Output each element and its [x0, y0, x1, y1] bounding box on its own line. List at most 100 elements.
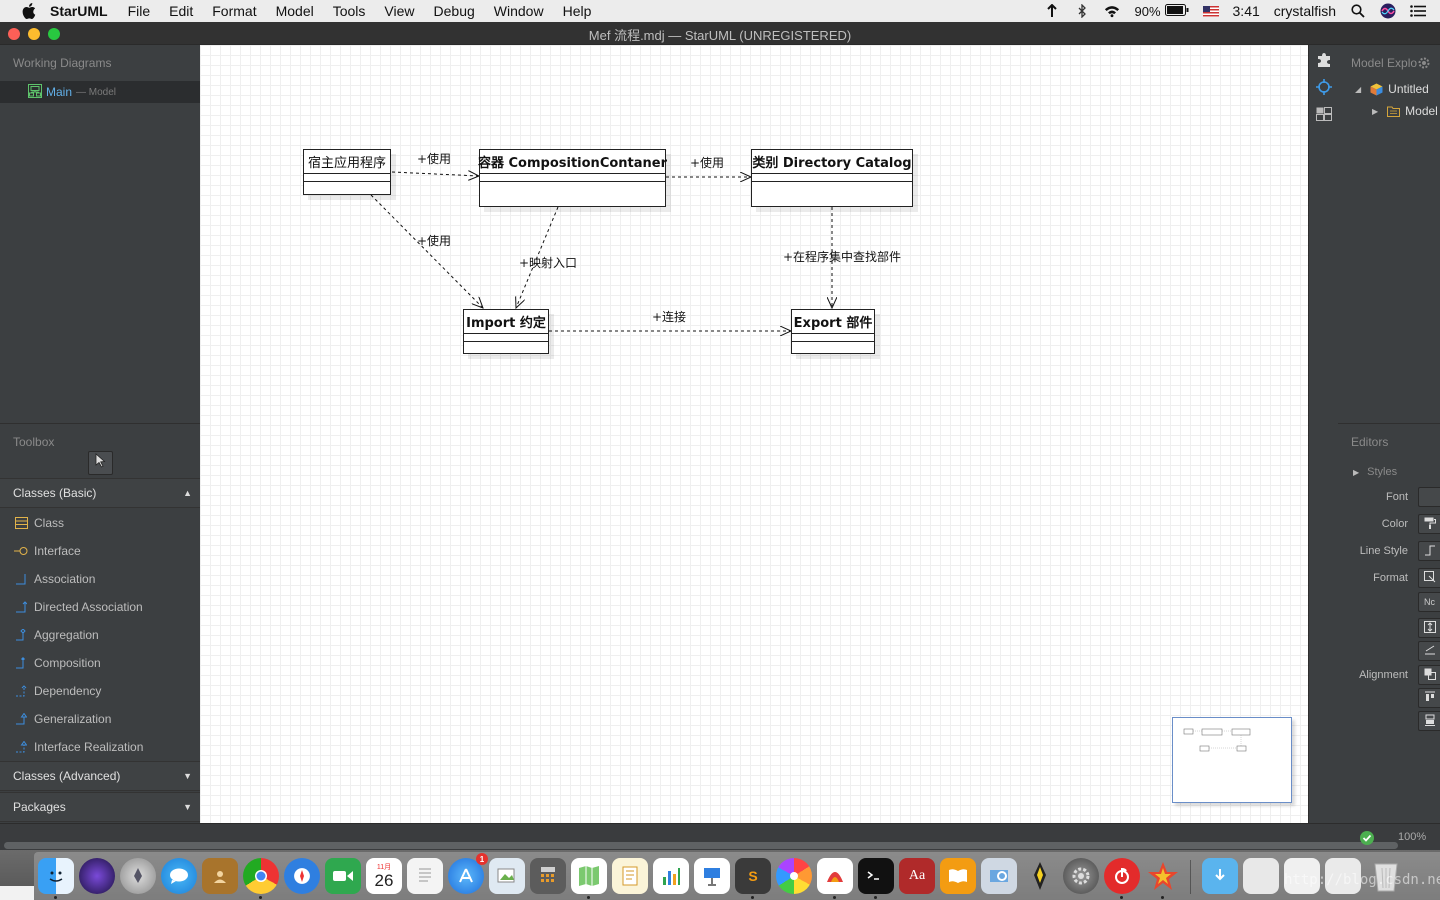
numbers-chart-icon[interactable]	[653, 858, 689, 894]
tool-association[interactable]: Association	[0, 565, 200, 593]
app-store-icon[interactable]: 1	[448, 853, 488, 894]
staruml-star-icon[interactable]	[1145, 858, 1181, 894]
bluetooth-icon[interactable]	[1074, 3, 1090, 19]
class-box-import[interactable]: Import 约定	[463, 309, 549, 354]
section-packages[interactable]: Packages ▼	[0, 792, 200, 822]
edge-label-container-catalog[interactable]: +使用	[690, 154, 724, 171]
zoom-level[interactable]: 100%	[1398, 831, 1426, 843]
tool-composition[interactable]: Composition	[0, 649, 200, 677]
menu-edit[interactable]: Edit	[169, 3, 193, 19]
pages-document-icon[interactable]	[612, 858, 648, 894]
font-picker-button[interactable]	[1418, 487, 1440, 507]
apple-menu-icon[interactable]	[18, 0, 40, 22]
stereotype-display-button[interactable]	[1418, 641, 1440, 661]
align-bottom-button[interactable]	[1418, 711, 1440, 731]
terminal-icon[interactable]	[858, 858, 894, 894]
edge-host-import[interactable]	[370, 194, 483, 308]
tool-class[interactable]: Class	[0, 509, 200, 537]
horizontal-scrollbar[interactable]	[4, 842, 1398, 849]
sublime-text-icon[interactable]: S	[735, 858, 771, 894]
safari-compass-icon[interactable]	[284, 858, 320, 894]
tree-expanded-icon[interactable]: ◢	[1355, 85, 1361, 94]
navigator-crosshair-icon[interactable]	[1315, 78, 1333, 96]
styles-section-toggle[interactable]: ▶ Styles	[1353, 466, 1397, 478]
downloads-folder-icon[interactable]	[1202, 858, 1238, 894]
section-classes-basic[interactable]: Classes (Basic) ▲	[0, 478, 200, 508]
photos-flower-icon[interactable]	[776, 858, 812, 894]
ibooks-icon[interactable]	[940, 858, 976, 894]
class-box-composition-container[interactable]: 容器 CompositionContaner	[478, 149, 667, 207]
class-box-directory-catalog[interactable]: 类别 Directory Catalog	[751, 149, 913, 207]
select-pointer-button[interactable]	[88, 451, 113, 475]
layout-panels-icon[interactable]	[1315, 105, 1333, 123]
clock-time[interactable]: 3:41	[1233, 3, 1260, 19]
tool-interface[interactable]: Interface	[0, 537, 200, 565]
edge-label-host-import[interactable]: +使用	[417, 232, 451, 249]
netease-music-icon[interactable]	[1104, 858, 1140, 894]
tree-item-untitled[interactable]: ◢ Untitled	[1355, 82, 1429, 96]
class-box-export[interactable]: Export 部件	[791, 309, 875, 354]
chrome-browser-icon[interactable]	[243, 858, 279, 894]
tool-dependency[interactable]: Dependency	[0, 677, 200, 705]
upload-arrow-icon[interactable]	[1044, 3, 1060, 19]
format-select[interactable]: Nc	[1418, 592, 1440, 612]
menu-debug[interactable]: Debug	[434, 3, 475, 19]
edge-label-host-container[interactable]: +使用	[417, 150, 451, 167]
menu-model[interactable]: Model	[276, 3, 314, 19]
class-box-host-app[interactable]: 宿主应用程序	[303, 149, 391, 195]
tree-item-model[interactable]: ▶ Model	[1372, 104, 1438, 118]
dictionary-icon[interactable]: Aa	[899, 858, 935, 894]
edge-host-container[interactable]	[391, 172, 479, 176]
working-diagram-item-main[interactable]: Main — Model	[0, 81, 200, 103]
app-menu-starUML[interactable]: StarUML	[50, 3, 108, 19]
us-flag-input-icon[interactable]	[1202, 3, 1219, 19]
maps-icon[interactable]	[571, 858, 607, 894]
facetime-video-icon[interactable]	[325, 858, 361, 894]
pen-tool-app-icon[interactable]	[1022, 858, 1058, 894]
tool-directed-association[interactable]: Directed Association	[0, 593, 200, 621]
battery-icon[interactable]	[1164, 3, 1189, 19]
contacts-book-icon[interactable]	[202, 858, 238, 894]
explorer-settings-gear-icon[interactable]	[1417, 56, 1431, 75]
siri-app-icon[interactable]	[79, 858, 115, 894]
color-paint-roller-button[interactable]	[1418, 514, 1440, 534]
launchpad-rocket-icon[interactable]	[120, 858, 156, 894]
recent-document-stack-icon[interactable]	[1243, 858, 1279, 894]
messages-bubble-icon[interactable]	[161, 858, 197, 894]
wifi-icon[interactable]	[1104, 3, 1120, 19]
edge-label-catalog-export[interactable]: +在程序集中查找部件	[783, 248, 901, 265]
auto-resize-button[interactable]	[1418, 618, 1440, 638]
edge-label-import-export[interactable]: +连接	[652, 308, 686, 325]
cleanmymac-icon[interactable]	[817, 858, 853, 894]
line-style-button[interactable]	[1418, 541, 1440, 561]
section-classes-advanced[interactable]: Classes (Advanced) ▼	[0, 761, 200, 791]
preview-photos-icon[interactable]	[489, 858, 525, 894]
diagram-minimap[interactable]	[1172, 717, 1292, 803]
finder-icon[interactable]	[38, 858, 74, 894]
notification-center-icon[interactable]	[1410, 3, 1426, 19]
menu-file[interactable]: File	[128, 3, 151, 19]
align-front-button[interactable]	[1418, 665, 1440, 685]
edge-label-container-import[interactable]: +映射入口	[519, 254, 577, 271]
tree-collapsed-icon[interactable]: ▶	[1372, 107, 1378, 116]
spotlight-search-icon[interactable]	[1350, 3, 1366, 19]
validation-ok-icon[interactable]	[1358, 829, 1376, 847]
tool-aggregation[interactable]: Aggregation	[0, 621, 200, 649]
align-left-button[interactable]	[1418, 688, 1440, 708]
menu-window[interactable]: Window	[494, 3, 544, 19]
format-button[interactable]	[1418, 568, 1440, 588]
calendar-icon[interactable]: 11月 26	[366, 858, 402, 894]
menu-format[interactable]: Format	[212, 3, 256, 19]
siri-icon[interactable]	[1380, 3, 1396, 19]
tool-interface-realization[interactable]: Interface Realization	[0, 733, 200, 761]
textedit-notes-icon[interactable]	[407, 858, 443, 894]
menu-help[interactable]: Help	[563, 3, 592, 19]
user-name[interactable]: crystalfish	[1274, 3, 1336, 19]
keynote-podium-icon[interactable]	[694, 858, 730, 894]
image-capture-icon[interactable]	[981, 858, 1017, 894]
menu-tools[interactable]: Tools	[333, 3, 366, 19]
tool-generalization[interactable]: Generalization	[0, 705, 200, 733]
system-preferences-gear-icon[interactable]	[1063, 858, 1099, 894]
extensions-puzzle-icon[interactable]	[1315, 51, 1333, 69]
diagram-canvas[interactable]: +使用 +使用 +使用 +映射入口 +在程序集中查找部件 +连接 宿主应用程序 …	[200, 45, 1308, 823]
